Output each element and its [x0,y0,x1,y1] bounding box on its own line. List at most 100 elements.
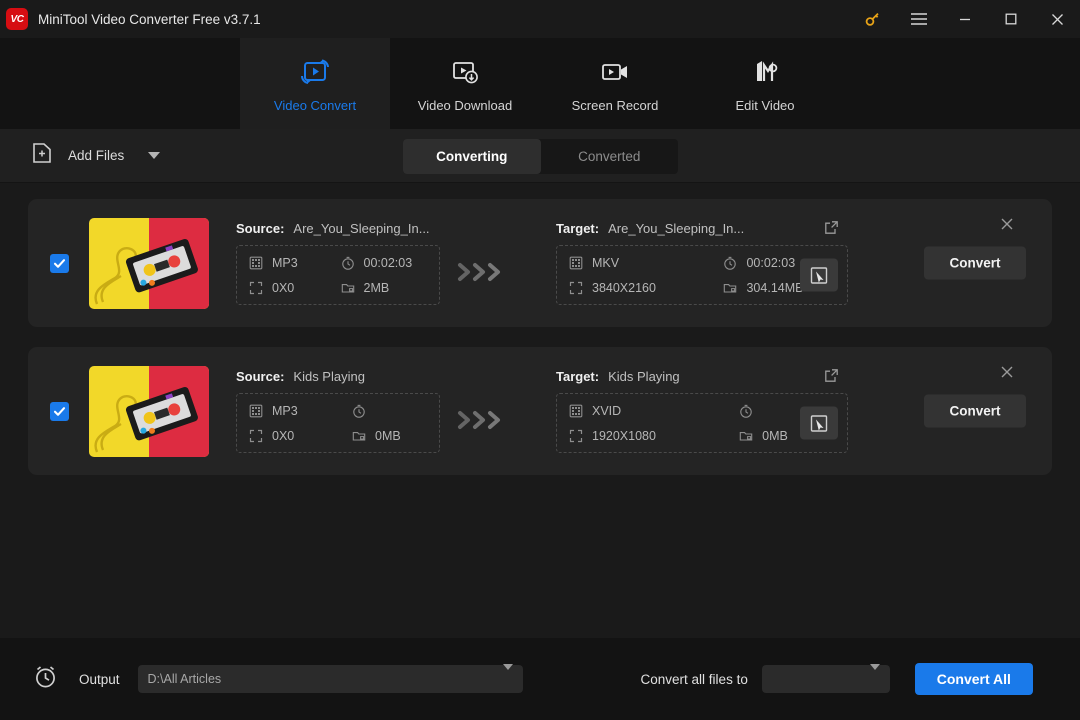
source-resolution-value: 0X0 [272,428,295,443]
source-info-box: MP3 00:02:03 0X0 2MB [236,245,440,305]
source-format-value: MP3 [272,255,298,270]
source-duration-value: 00:02:03 [363,255,413,270]
source-format: MP3 [249,255,313,270]
close-icon[interactable] [1034,0,1080,38]
source-size-value: 2MB [363,280,390,295]
source-duration: 00:02:03 [321,255,427,270]
table-row: Source: Are_You_Sleeping_In... MP3 00:02… [28,199,1052,327]
expand-arrows-icon [249,429,263,442]
edit-external-icon[interactable] [824,368,839,388]
key-icon[interactable] [850,0,896,38]
add-files-button[interactable]: Add Files [30,141,161,170]
folder-icon [724,283,737,293]
video-download-icon [448,55,482,89]
tab-screen-record[interactable]: Screen Record [540,38,690,129]
target-info-box: MKV 00:02:03 3840X2160 304.14MB [556,221,848,305]
edit-external-icon[interactable] [824,220,839,240]
stopwatch-icon [740,404,752,418]
source-resolution-value: 0X0 [272,280,295,295]
output-path-select[interactable]: D:\All Articles [137,664,523,693]
hamburger-menu-icon[interactable] [896,0,942,38]
tab-video-download-label: Video Download [417,97,513,113]
target-format: XVID [569,403,703,418]
convert-button[interactable]: Convert [924,394,1026,428]
tab-converting[interactable]: Converting [403,139,541,174]
stopwatch-icon [353,404,365,418]
chevron-down-icon[interactable] [148,152,161,159]
output-label: Output [79,671,120,687]
source-size: 0MB [332,428,427,443]
tab-edit-video[interactable]: Edit Video [690,38,840,129]
chevron-down-icon [502,664,513,688]
source-header: Source: Are_You_Sleeping_In... [236,221,440,238]
target-format: MKV [569,255,687,270]
film-strip-icon [249,404,263,417]
alarm-clock-icon[interactable] [32,663,59,695]
source-resolution: 0X0 [249,428,324,443]
tab-video-download[interactable]: Video Download [390,38,540,129]
target-format-value: MKV [592,255,620,270]
film-strip-icon [569,404,583,417]
select-cursor-icon[interactable] [800,258,838,292]
target-size-value: 0MB [762,428,788,443]
maximize-icon[interactable] [988,0,1034,38]
video-convert-icon [298,55,332,89]
output-path-value: D:\All Articles [147,672,222,686]
expand-arrows-icon [569,429,583,442]
expand-arrows-icon [249,281,263,294]
source-size: 2MB [321,280,427,295]
main-navigation: Video Convert Video Download Screen Reco… [0,38,1080,129]
video-thumbnail [89,365,209,457]
expand-arrows-icon [569,281,583,294]
screen-record-icon [598,55,632,89]
source-format: MP3 [249,403,324,418]
row-checkbox[interactable] [50,253,69,273]
row-checkbox[interactable] [50,401,69,421]
edit-video-icon [748,55,782,89]
target-filename: Kids Playing [608,369,680,384]
add-files-label: Add Files [68,148,125,163]
target-header: Target: Kids Playing [556,369,848,386]
convert-all-to-label: Convert all files to [640,671,748,687]
target-info-box: XVID 1920X1080 0MB [556,369,848,453]
minimize-icon[interactable] [942,0,988,38]
select-cursor-icon[interactable] [800,406,838,440]
source-format-value: MP3 [272,403,298,418]
convert-all-button[interactable]: Convert All [914,663,1033,695]
target-filename: Are_You_Sleeping_In... [608,221,745,236]
target-resolution-value: 1920X1080 [592,428,656,443]
tab-converted[interactable]: Converted [541,139,679,174]
target-resolution: 1920X1080 [569,428,703,443]
title-bar: VC MiniTool Video Converter Free v3.7.1 [0,0,1080,38]
tab-video-convert-label: Video Convert [273,97,357,113]
window-title: MiniTool Video Converter Free v3.7.1 [38,11,261,27]
remove-file-button[interactable] [1000,217,1014,236]
folder-icon [341,283,354,293]
convert-all-format-select[interactable] [761,664,890,693]
folder-icon [352,431,366,441]
tab-edit-video-label: Edit Video [735,97,795,113]
source-label: Source: [236,369,285,384]
target-panel: Target: Are_You_Sleeping_In... MKV 00:02… [556,221,848,305]
target-header: Target: Are_You_Sleeping_In... [556,221,848,238]
triple-chevron-right-icon [456,243,508,283]
source-filename: Kids Playing [293,369,365,384]
target-panel: Target: Kids Playing XVID 1920X1080 0MB [556,369,848,453]
chevron-down-icon [869,664,880,688]
tab-video-convert[interactable]: Video Convert [240,38,390,129]
window-controls [850,0,1080,38]
target-label: Target: [556,369,600,384]
convert-button[interactable]: Convert [924,246,1026,280]
target-resolution: 3840X2160 [569,280,687,295]
target-resolution-value: 3840X2160 [592,280,656,295]
target-duration-value: 00:02:03 [746,255,796,270]
table-row: Source: Kids Playing MP3 0X0 0MB Target:… [28,347,1052,475]
triple-chevron-right-icon [456,391,508,431]
target-size-value: 304.14MB [746,280,804,295]
film-strip-icon [569,256,583,269]
source-size-value: 0MB [375,428,401,443]
app-logo: VC [6,8,28,30]
toolbar: Add Files Converting Converted [0,129,1080,183]
remove-file-button[interactable] [1000,365,1014,384]
